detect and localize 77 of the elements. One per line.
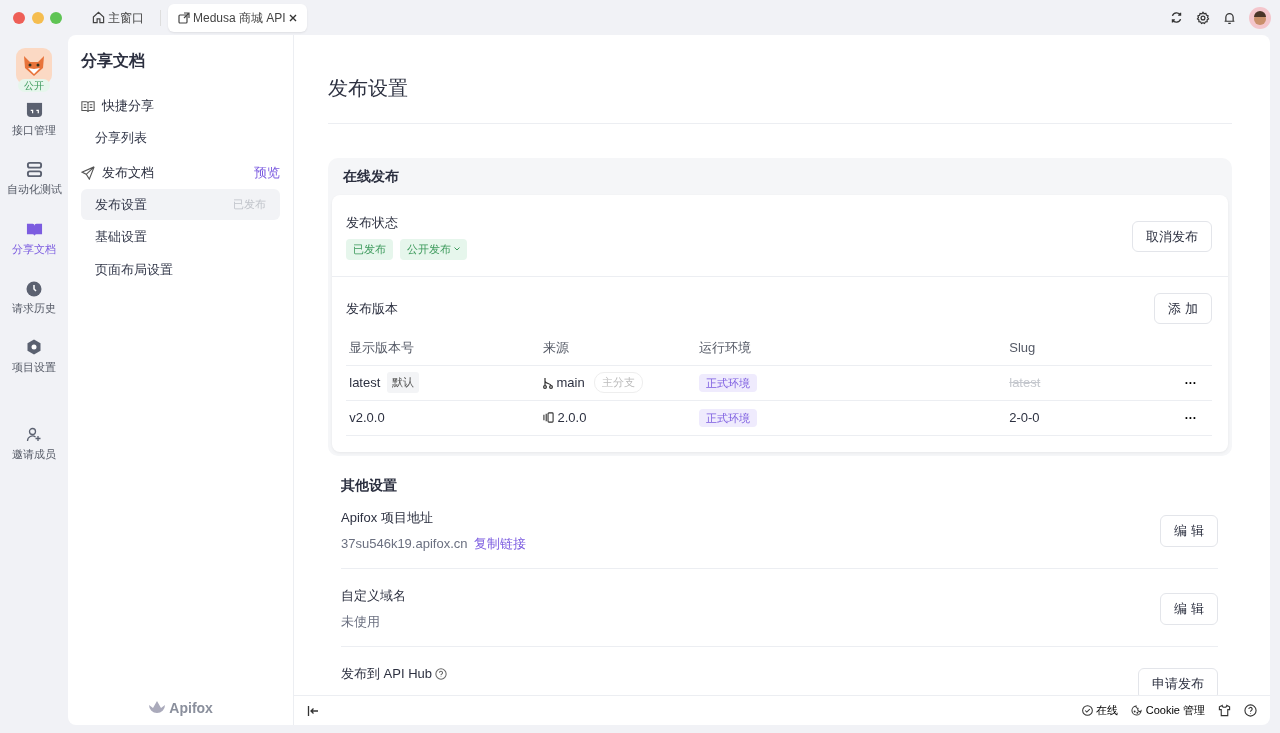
setting-button[interactable]: 申请发布 bbox=[1138, 668, 1218, 695]
default-tag: 默认 bbox=[386, 372, 419, 393]
app-logo-text: Apifox bbox=[169, 698, 213, 718]
rail-item[interactable]: 项目设置 bbox=[0, 339, 68, 375]
status-bar-item[interactable]: 在线 bbox=[1082, 702, 1119, 719]
section-label: 发布版本 bbox=[346, 299, 398, 318]
help-icon[interactable] bbox=[1244, 704, 1257, 717]
close-window-button[interactable] bbox=[13, 11, 25, 24]
sidebar-group[interactable]: 发布文档 bbox=[101, 162, 154, 183]
setting-button[interactable]: 编 辑 bbox=[1160, 593, 1218, 625]
column-header: 运行环境 bbox=[699, 339, 752, 355]
clock-icon bbox=[26, 280, 42, 297]
close-icon[interactable] bbox=[288, 13, 297, 22]
app-logo-icon bbox=[148, 700, 167, 716]
preview-link[interactable]: 预览 bbox=[254, 162, 280, 183]
column-header: Slug bbox=[1009, 339, 1036, 355]
rail-item[interactable]: 邀请成员 bbox=[0, 427, 68, 463]
column-header: 来源 bbox=[543, 339, 570, 355]
branch-tag: 主分支 bbox=[594, 372, 644, 393]
hexagon-icon bbox=[26, 339, 42, 356]
rail-item[interactable]: 接口管理 bbox=[0, 101, 68, 138]
more-button[interactable]: ··· bbox=[1184, 408, 1197, 427]
card-title: 在线发布 bbox=[342, 167, 400, 186]
refresh-icon[interactable] bbox=[1170, 11, 1183, 24]
sidebar-title: 分享文档 bbox=[81, 51, 145, 71]
add-button[interactable]: 添 加 bbox=[1154, 292, 1212, 324]
setting-label: Apifox 项目地址 bbox=[341, 509, 433, 527]
setting-label: 自定义域名 bbox=[341, 587, 406, 605]
window-tab[interactable]: Medusa 商城 API bbox=[167, 3, 307, 32]
unpublish-button[interactable]: 取消发布 bbox=[1132, 220, 1212, 252]
home-icon bbox=[91, 11, 105, 24]
environment-tag: 正式环境 bbox=[699, 373, 758, 392]
help-icon[interactable] bbox=[435, 667, 448, 680]
window-tab[interactable]: 主窗口 bbox=[81, 3, 154, 32]
section-label: 发布状态 bbox=[346, 214, 398, 232]
rail-item[interactable]: 分享文档 bbox=[0, 220, 68, 258]
notification-icon[interactable] bbox=[1223, 10, 1236, 25]
send-icon bbox=[81, 165, 95, 180]
section-title: 其他设置 bbox=[341, 476, 397, 495]
setting-button[interactable]: 编 辑 bbox=[1160, 515, 1218, 547]
collapse-sidebar-icon[interactable] bbox=[307, 704, 319, 717]
open-book-icon bbox=[81, 99, 95, 113]
server-icon bbox=[25, 161, 43, 178]
sidebar-group[interactable]: 快捷分享 bbox=[101, 96, 154, 116]
status-bar-item[interactable]: Cookie 管理 bbox=[1131, 702, 1205, 719]
copy-link[interactable]: 复制链接 bbox=[474, 534, 526, 554]
api-icon bbox=[25, 101, 43, 119]
shirt-icon[interactable] bbox=[1218, 704, 1231, 717]
table-cell-text: latest bbox=[349, 373, 381, 392]
table-cell-text: 2-0-0 bbox=[1009, 408, 1040, 427]
rail-item[interactable]: 请求历史 bbox=[0, 280, 68, 317]
table-cell-text: main bbox=[556, 373, 585, 392]
environment-tag: 正式环境 bbox=[699, 408, 758, 427]
external-link-icon bbox=[177, 11, 190, 24]
setting-label: 发布到 API Hub bbox=[341, 665, 433, 683]
column-header: 显示版本号 bbox=[349, 339, 415, 355]
sidebar-item[interactable]: 基础设置 bbox=[81, 221, 280, 253]
cookie-icon bbox=[1131, 705, 1143, 716]
check-circle-icon bbox=[1082, 705, 1094, 716]
tag-stack-icon bbox=[543, 412, 555, 423]
status-tag: 已发布 bbox=[346, 239, 393, 260]
table-cell-text: v2.0.0 bbox=[349, 408, 385, 427]
more-button[interactable]: ··· bbox=[1184, 373, 1197, 392]
sidebar-item[interactable]: 分享列表 bbox=[81, 122, 280, 154]
public-badge: 公开 bbox=[18, 79, 50, 92]
setting-value: 37su546k19.apifox.cn bbox=[341, 535, 468, 553]
sidebar-item[interactable]: 页面布局设置 bbox=[81, 253, 280, 285]
setting-value: 未使用 bbox=[341, 613, 380, 631]
avatar[interactable] bbox=[1249, 6, 1271, 29]
settings-icon[interactable] bbox=[1196, 10, 1210, 25]
page-title: 发布设置 bbox=[328, 76, 408, 101]
branch-icon bbox=[543, 376, 554, 389]
caret-icon bbox=[453, 247, 460, 252]
add-user-icon bbox=[26, 427, 42, 443]
table-cell-text: 2.0.0 bbox=[557, 408, 587, 427]
table-cell-text: latest bbox=[1009, 373, 1041, 392]
rail-item[interactable]: 自动化测试 bbox=[0, 161, 68, 198]
